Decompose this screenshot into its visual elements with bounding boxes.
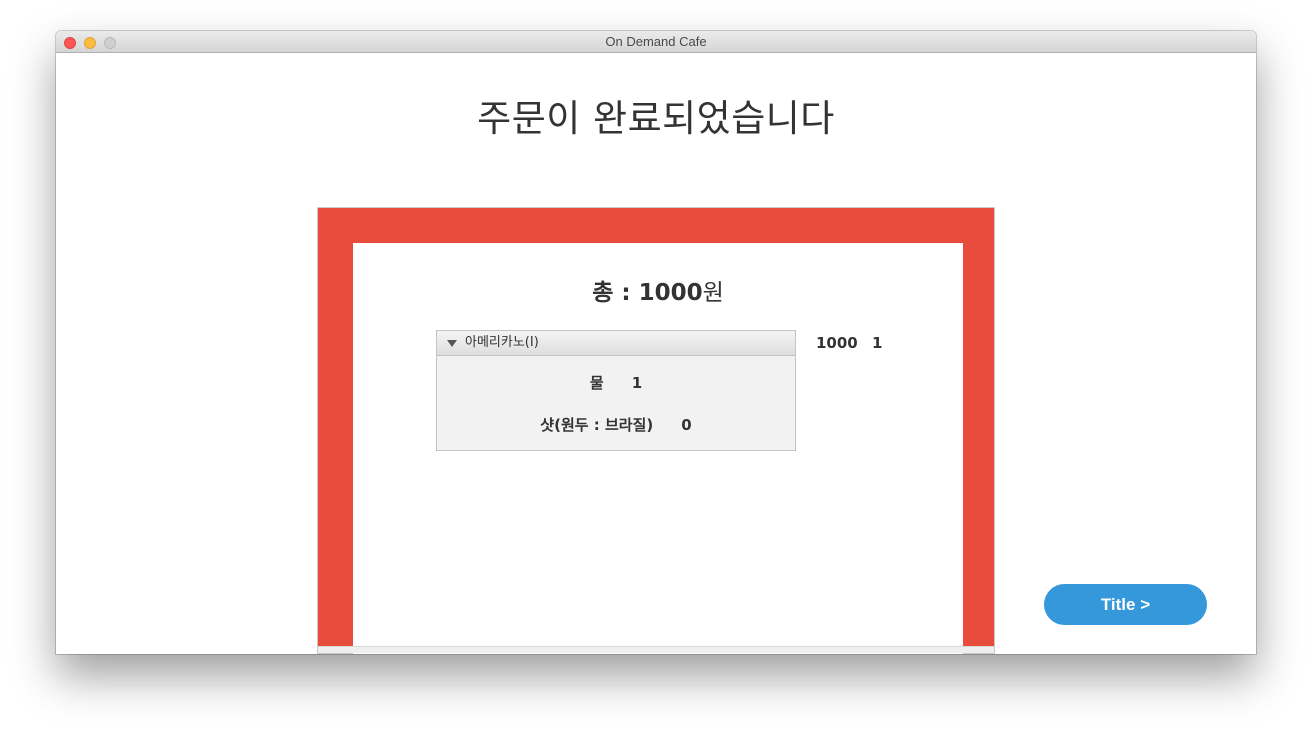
order-total: 총 : 1000원: [353, 273, 963, 307]
total-unit: 원: [702, 280, 724, 306]
order-item-header[interactable]: 아메리카노(I): [437, 331, 795, 356]
total-amount: 1000: [638, 280, 703, 306]
chevron-down-icon[interactable]: [447, 340, 457, 347]
app-window: On Demand Cafe 주문이 완료되었습니다 총 : 1000원 아메리…: [56, 31, 1256, 654]
order-summary-frame: 총 : 1000원 아메리카노(I) 물1 샷(원두 : 브라질) 0 1000 …: [317, 207, 995, 654]
option-qty: 1: [631, 374, 643, 392]
order-item-price: 1000: [816, 334, 858, 352]
order-summary-panel: 총 : 1000원 아메리카노(I) 물1 샷(원두 : 브라질) 0 1000 …: [353, 243, 963, 654]
window-titlebar[interactable]: On Demand Cafe: [56, 31, 1256, 53]
option-row: 샷(원두 : 브라질) 0: [437, 414, 795, 435]
order-item-pane: 아메리카노(I) 물1 샷(원두 : 브라질) 0: [436, 330, 796, 451]
order-item-name: 아메리카노(I): [465, 335, 539, 350]
order-complete-heading: 주문이 완료되었습니다: [477, 97, 835, 140]
total-label: 총 :: [592, 280, 639, 306]
option-name: 샷(원두 : 브라질): [540, 416, 654, 434]
order-item-count: 1: [872, 334, 883, 352]
window-title: On Demand Cafe: [605, 34, 707, 49]
horizontal-scrollbar[interactable]: [318, 646, 994, 653]
title-button[interactable]: Title >: [1044, 584, 1207, 625]
option-name: 물: [589, 374, 604, 392]
option-row: 물1: [437, 372, 795, 393]
main-content: 주문이 완료되었습니다 총 : 1000원 아메리카노(I) 물1 샷(원두 :…: [56, 54, 1256, 654]
option-qty: 0: [681, 416, 692, 434]
